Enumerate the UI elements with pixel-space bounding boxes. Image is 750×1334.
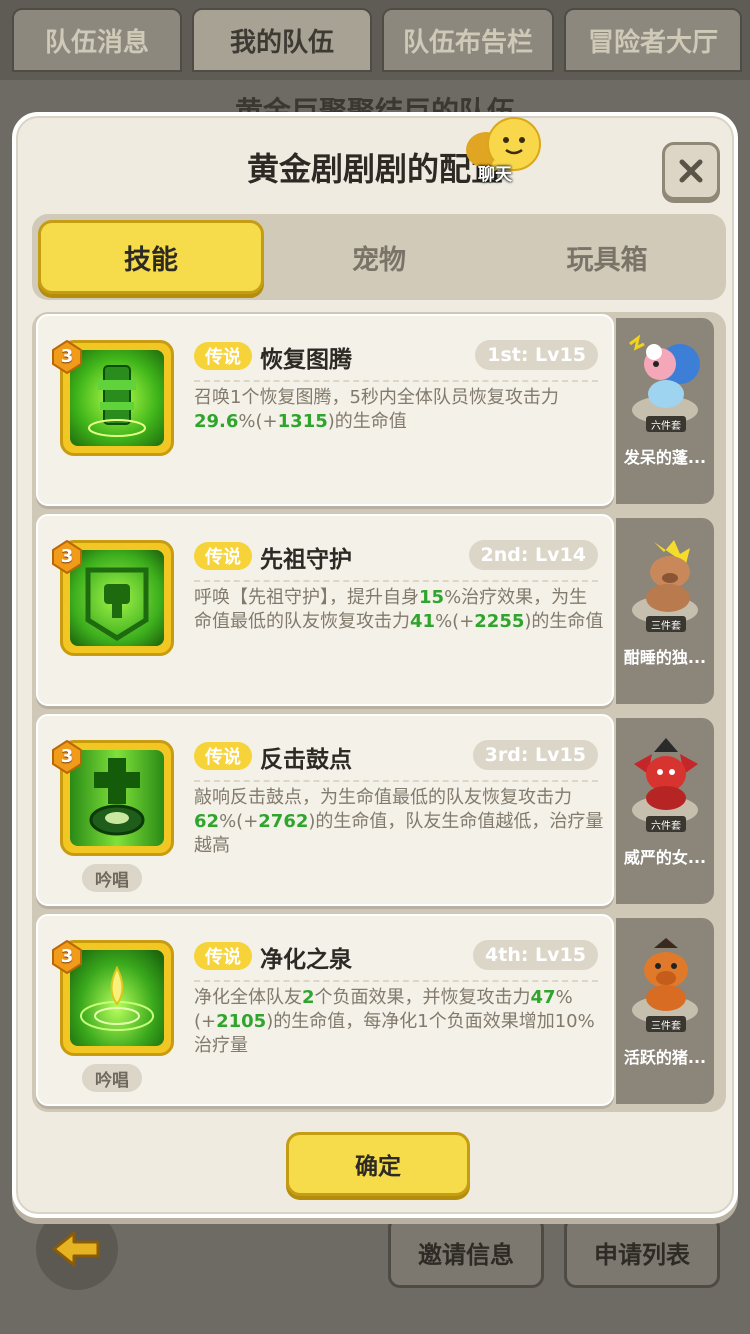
- description-text: 呼唤【先祖守护】，提升自身: [194, 587, 419, 608]
- tab-team-messages[interactable]: 队伍消息: [12, 8, 182, 72]
- description-text: )的生命值: [524, 611, 604, 632]
- tab-pets[interactable]: 宠物: [266, 220, 492, 294]
- set-tag: 三件套: [646, 1016, 686, 1032]
- highlight-value: 15: [419, 587, 445, 608]
- divider: [194, 380, 598, 382]
- skill-name: 先祖守护: [260, 547, 352, 573]
- description-text: %(+: [238, 411, 278, 432]
- pet-name: 发呆的蓬...: [623, 448, 707, 467]
- set-tag: 六件套: [646, 416, 686, 432]
- highlight-value: 2105: [216, 1011, 267, 1032]
- sheep-pet-icon: [629, 334, 700, 408]
- rarity-badge: 传说: [194, 942, 252, 970]
- divider: [194, 580, 598, 582]
- skill-card[interactable]: 3 传说 恢复图腾 1st: Lv15 召唤1个恢复图腾，5秒内全体队员恢复攻击…: [36, 314, 614, 506]
- divider: [194, 980, 598, 982]
- dragon-pet-icon: [634, 738, 698, 810]
- highlight-value: 2255: [474, 611, 525, 632]
- pet-panel[interactable]: 三件套 活跃的猪...: [616, 918, 714, 1104]
- skill-rank: 3rd: Lv15: [472, 740, 598, 770]
- skill-rank: 1st: Lv15: [475, 340, 598, 370]
- back-button[interactable]: [36, 1208, 118, 1290]
- tab-skills[interactable]: 技能: [38, 220, 264, 294]
- set-tag: 三件套: [646, 616, 686, 632]
- boar-pet-icon: [644, 938, 688, 1011]
- skill-name: 净化之泉: [260, 947, 352, 973]
- highlight-value: 29.6: [194, 411, 239, 432]
- skill-row: 3 传说 恢复图腾 1st: Lv15 召唤1个恢复图腾，5秒内全体队员恢复攻击…: [32, 312, 726, 508]
- pet-name: 活跃的猪...: [623, 1048, 707, 1067]
- skill-level: 3: [60, 946, 74, 967]
- close-button[interactable]: [662, 142, 720, 200]
- skill-card[interactable]: 3 吟唱 传说 净化之泉 4th: Lv15 净化全体队友2个负面效果，并恢复攻…: [36, 914, 614, 1106]
- tab-team-board[interactable]: 队伍布告栏: [382, 8, 554, 72]
- rarity-badge: 传说: [194, 542, 252, 570]
- ancestor-guard-skill-icon: [70, 550, 164, 646]
- tab-toybox[interactable]: 玩具箱: [494, 220, 720, 294]
- chant-badge: 吟唱: [82, 1064, 142, 1092]
- drum-skill-icon: [70, 750, 164, 846]
- description-text: %(+: [219, 811, 259, 832]
- confirm-button[interactable]: 确定: [286, 1132, 470, 1196]
- totem-skill-icon: [70, 350, 164, 446]
- unicorn-pet-icon: [646, 540, 690, 612]
- skill-row: 3 吟唱 传说 净化之泉 4th: Lv15 净化全体队友2个负面效果，并恢复攻…: [32, 912, 726, 1108]
- set-tag: 六件套: [646, 816, 686, 832]
- back-arrow-icon: [52, 1231, 100, 1267]
- skill-list[interactable]: 3 传说 恢复图腾 1st: Lv15 召唤1个恢复图腾，5秒内全体队员恢复攻击…: [32, 312, 726, 1112]
- rarity-badge: 传说: [194, 342, 252, 370]
- highlight-value: 62: [194, 811, 220, 832]
- skill-level: 3: [60, 546, 74, 567]
- description-text: 个负面效果，并恢复攻击力: [314, 987, 531, 1008]
- apply-list-button[interactable]: 申请列表: [564, 1216, 720, 1288]
- top-tab-bar: 队伍消息 我的队伍 队伍布告栏 冒险者大厅: [0, 0, 750, 80]
- skill-description: 召唤1个恢复图腾，5秒内全体队员恢复攻击力 29.6%(+1315)的生命值: [194, 386, 604, 434]
- close-icon: [679, 159, 703, 183]
- highlight-value: 1315: [277, 411, 328, 432]
- chat-label: 聊天: [478, 165, 512, 185]
- chant-badge: 吟唱: [82, 864, 142, 892]
- skill-level: 3: [60, 346, 74, 367]
- invite-info-button[interactable]: 邀请信息: [388, 1216, 544, 1288]
- description-text: 净化全体队友: [194, 987, 302, 1008]
- spring-skill-icon: [70, 950, 164, 1046]
- skill-description: 净化全体队友2个负面效果，并恢复攻击力47%(+2105)的生命值，每净化1个负…: [194, 986, 604, 1058]
- skill-description: 呼唤【先祖守护】，提升自身15%治疗效果，为生命值最低的队友恢复攻击力41%(+…: [194, 586, 604, 634]
- skill-row: 3 吟唱 传说 反击鼓点 3rd: Lv15 敲响反击鼓点，为生命值最低的队友恢…: [32, 712, 726, 908]
- config-modal: 黄金剧剧剧的配置 聊天 技能 宠物 玩具箱 3 传说 恢复图腾 1st: Lv1…: [12, 112, 738, 1218]
- rarity-badge: 传说: [194, 742, 252, 770]
- pet-panel[interactable]: 六件套 威严的女...: [616, 718, 714, 904]
- description-text: 敲响反击鼓点，为生命值最低的队友恢复攻击力: [194, 787, 572, 808]
- skill-card[interactable]: 3 吟唱 传说 反击鼓点 3rd: Lv15 敲响反击鼓点，为生命值最低的队友恢…: [36, 714, 614, 906]
- pet-panel[interactable]: 三件套 酣睡的独...: [616, 518, 714, 704]
- skill-level: 3: [60, 746, 74, 767]
- config-tabs: 技能 宠物 玩具箱: [32, 214, 726, 300]
- highlight-value: 47: [530, 987, 556, 1008]
- skill-description: 敲响反击鼓点，为生命值最低的队友恢复攻击力62%(+2762)的生命值，队友生命…: [194, 786, 604, 858]
- description-text: %(+: [435, 611, 475, 632]
- skill-rank: 4th: Lv15: [473, 940, 598, 970]
- pet-panel[interactable]: 六件套 发呆的蓬...: [616, 318, 714, 504]
- tab-my-team[interactable]: 我的队伍: [192, 8, 372, 72]
- highlight-value: 2762: [258, 811, 309, 832]
- skill-name: 反击鼓点: [260, 747, 352, 773]
- pet-name: 酣睡的独...: [623, 648, 707, 667]
- divider: [194, 780, 598, 782]
- highlight-value: 2: [302, 987, 315, 1008]
- pet-name: 威严的女...: [623, 848, 707, 867]
- description-text: 召唤1个恢复图腾，5秒内全体队员恢复攻击力: [194, 387, 559, 408]
- skill-card[interactable]: 3 传说 先祖守护 2nd: Lv14 呼唤【先祖守护】，提升自身15%治疗效果…: [36, 514, 614, 706]
- skill-row: 3 传说 先祖守护 2nd: Lv14 呼唤【先祖守护】，提升自身15%治疗效果…: [32, 512, 726, 708]
- description-text: )的生命值: [327, 411, 407, 432]
- modal-title: 黄金剧剧剧的配置: [246, 150, 503, 188]
- skill-name: 恢复图腾: [260, 347, 352, 373]
- tab-adventurer-hall[interactable]: 冒险者大厅: [564, 8, 742, 72]
- highlight-value: 41: [410, 611, 436, 632]
- skill-rank: 2nd: Lv14: [468, 540, 598, 570]
